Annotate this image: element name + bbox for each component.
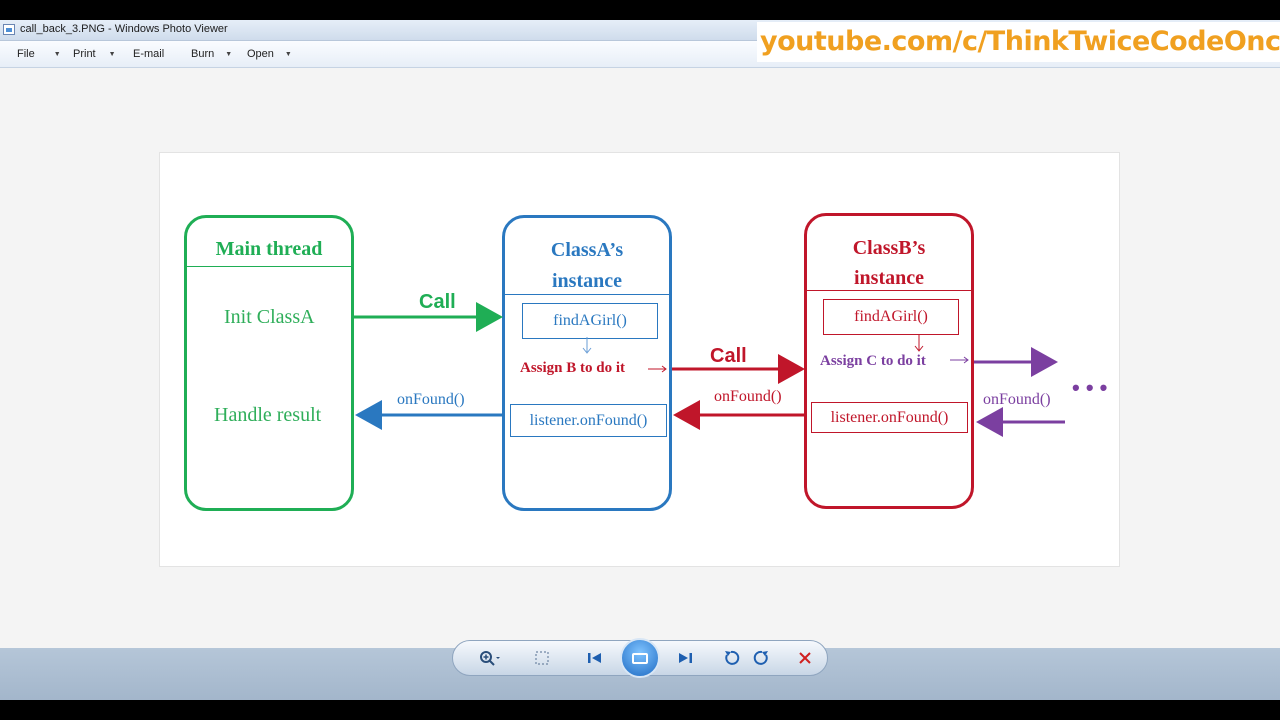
slideshow-icon xyxy=(632,652,648,664)
photo-viewer-app-icon xyxy=(3,24,15,35)
delete-icon xyxy=(799,652,811,664)
chevron-down-icon: ▼ xyxy=(108,50,116,58)
previous-icon xyxy=(588,653,601,663)
delete-button[interactable] xyxy=(792,645,818,671)
zoom-icon xyxy=(480,651,500,666)
rotate-counterclockwise-button[interactable] xyxy=(718,645,744,671)
chevron-down-icon: ▼ xyxy=(284,50,292,58)
menu-burn-label: Burn xyxy=(191,48,215,60)
menu-print-label: Print xyxy=(73,48,96,60)
menu-email[interactable]: E-mail xyxy=(133,46,164,62)
next-button[interactable] xyxy=(672,645,698,671)
diagram-image: Main thread Init ClassA Handle result Cl… xyxy=(159,152,1120,567)
actual-size-icon xyxy=(535,651,549,665)
menu-burn[interactable]: Burn ▼ xyxy=(191,46,232,62)
chevron-down-icon: ▼ xyxy=(225,50,233,58)
photo-viewer-window: call_back_3.PNG - Windows Photo Viewer F… xyxy=(0,20,1280,700)
slideshow-button[interactable] xyxy=(620,638,660,678)
menu-file-label: File xyxy=(17,48,35,60)
actual-size-button[interactable] xyxy=(529,645,555,671)
menu-email-label: E-mail xyxy=(133,48,165,60)
menu-open-label: Open xyxy=(247,48,274,60)
chevron-down-icon: ▼ xyxy=(53,50,61,58)
rotate-counterclockwise-icon xyxy=(725,650,740,665)
rotate-clockwise-icon xyxy=(753,650,768,665)
window-title: call_back_3.PNG - Windows Photo Viewer xyxy=(20,23,228,35)
menu-file[interactable]: File ▼ xyxy=(17,46,61,62)
menu-print[interactable]: Print ▼ xyxy=(73,46,116,62)
menu-open[interactable]: Open ▼ xyxy=(247,46,292,62)
previous-button[interactable] xyxy=(582,645,608,671)
next-icon xyxy=(679,653,692,663)
channel-watermark: youtube.com/c/ThinkTwiceCodeOnce xyxy=(757,22,1280,62)
rotate-clockwise-button[interactable] xyxy=(749,645,775,671)
zoom-button[interactable] xyxy=(476,645,502,671)
diagram-arrows xyxy=(354,302,1065,437)
image-viewport: Main thread Init ClassA Handle result Cl… xyxy=(0,68,1280,648)
